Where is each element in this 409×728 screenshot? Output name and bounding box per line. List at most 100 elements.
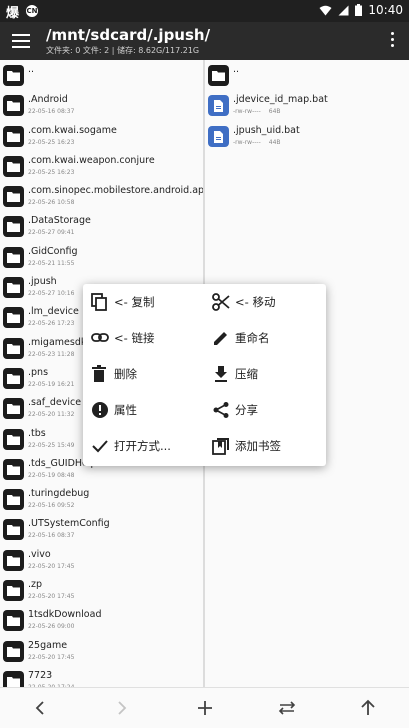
app-bar: /mnt/sdcard/.jpush/ 文件夹: 0 文件: 2 | 储存: 8… [0,22,409,60]
folder-icon [3,398,24,420]
swap-icon[interactable] [277,698,297,718]
item-name: .. [233,64,240,75]
menu-item-label: 重命名 [235,331,270,345]
list-item[interactable]: .com.kwai.weapon.conjure 22-05-25 16:23 [0,151,203,181]
list-item[interactable]: .zp 22-05-20 17:45 [0,575,203,605]
list-item[interactable]: .DataStorage 22-05-27 09:41 [0,211,203,241]
folder-icon [3,155,24,177]
item-size: 44B [268,138,281,146]
list-item[interactable]: .vivo 22-05-20 17:45 [0,545,203,575]
item-name: .Android [28,94,68,106]
item-date: 22-05-26 17:23 [28,320,75,328]
item-date: 22-05-19 08:48 [28,471,75,479]
list-item[interactable]: .com.kwai.sogame 22-05-25 16:23 [0,121,203,151]
bookmark-icon [212,438,229,455]
cut-icon [212,293,230,311]
item-name: 25game [28,639,68,651]
cn-badge-icon: CN [26,5,38,17]
item-date: 22-05-20 17:45 [28,562,75,570]
add-icon[interactable] [195,698,215,718]
item-name: .turingdebug [28,488,90,500]
item-permissions: -rw-rw---- [233,108,261,116]
list-item[interactable]: .turingdebug 22-05-16 09:52 [0,484,203,514]
folder-icon [3,246,24,268]
menu-item-compress[interactable]: 压缩 [204,356,324,392]
item-name: 1tsdkDownload [28,609,102,621]
folder-icon [3,610,24,632]
copy-icon [91,293,107,311]
right-file-list: .. .jdevice_id_map.bat -rw-rw---- 64B .jpush… [205,60,409,151]
list-item[interactable]: .Android 22-05-16 08:37 [0,90,203,120]
item-date: 22-05-20 17:45 [28,653,75,661]
item-name: .com.kwai.sogame [28,124,117,136]
item-date: 22-05-27 09:41 [28,229,75,237]
list-item[interactable]: .jpush_uid.bat -rw-rw---- 44B [205,121,409,151]
folder-icon [3,216,24,238]
menu-item-share[interactable]: 分享 [204,392,324,428]
status-bar: 爆 CN 10:40 [0,0,409,22]
item-permissions: -rw-rw---- [233,138,261,146]
forward-arrow-icon[interactable] [112,698,132,718]
folder-icon [3,458,24,480]
list-item[interactable]: .com.sinopec.mobilestore.android.app 22-0… [0,181,203,211]
menu-icon[interactable] [12,31,30,51]
edit-icon [214,332,227,345]
item-name: .UTSystemConfig [28,518,110,530]
item-date: 22-05-16 09:52 [28,502,75,510]
item-name: .lm_device [28,306,79,318]
menu-item-label: 添加书签 [235,439,281,453]
item-name: .jdevice_id_map.bat [233,94,328,106]
folder-icon [3,549,24,571]
item-date: 22-05-21 11:55 [28,259,75,267]
menu-item-link[interactable]: <- 链接 [83,320,203,356]
list-item[interactable]: 1tsdkDownload 22-05-26 09:00 [0,605,203,635]
item-date: 22-05-16 08:37 [28,532,75,540]
folder-icon [3,337,24,359]
item-date: 22-05-19 16:21 [28,380,75,388]
menu-item-delete[interactable]: 删除 [83,356,203,392]
item-name: .com.sinopec.mobilestore.android.app [28,185,203,197]
menu-item-copy[interactable]: <- 复制 [83,284,203,320]
link-icon [91,333,109,342]
folder-icon [3,186,24,208]
list-item[interactable]: .. [205,60,409,90]
folder-icon [3,95,24,117]
clock: 10:40 [368,3,403,17]
item-name: .zp [28,579,43,591]
menu-item-add-bookmark[interactable]: 添加书签 [204,428,324,464]
item-date: 22-05-26 10:58 [28,199,75,207]
item-name: .saf_device [28,397,82,409]
list-item[interactable]: .GidConfig 22-05-21 11:55 [0,242,203,272]
menu-item-label: 压缩 [235,367,258,381]
file-icon [208,95,229,117]
item-name: .DataStorage [28,215,91,227]
item-date: 22-05-25 15:49 [28,441,75,449]
delete-icon [92,365,106,382]
download-icon [215,366,227,382]
item-meta: -rw-rw---- 44B [233,139,281,146]
list-item[interactable]: .jdevice_id_map.bat -rw-rw---- 64B [205,90,409,120]
list-item[interactable]: .UTSystemConfig 22-05-16 08:37 [0,514,203,544]
more-vert-icon[interactable] [391,32,395,50]
item-date: 22-05-25 16:23 [28,168,75,176]
signal-icon [338,5,349,15]
list-item[interactable]: 25game 22-05-20 17:45 [0,636,203,666]
list-item[interactable]: .. [0,60,203,90]
item-date: 22-05-20 17:45 [28,593,75,601]
menu-item-rename[interactable]: 重命名 [204,320,324,356]
item-name: .migamesdk [28,336,87,348]
menu-item-label: 删除 [114,367,137,381]
folder-icon [3,428,24,450]
folder-icon [3,580,24,602]
folder-icon [208,65,229,86]
up-arrow-icon[interactable] [358,698,378,718]
menu-item-label: <- 链接 [114,331,155,345]
back-arrow-icon[interactable] [30,698,50,718]
menu-item-move[interactable]: <- 移动 [204,284,324,320]
item-name: .pns [28,366,49,378]
menu-item-properties[interactable]: 属性 [83,392,203,428]
menu-item-open-with[interactable]: 打开方式... [83,428,203,464]
item-date: 22-05-20 11:32 [28,411,75,419]
list-item[interactable]: 772322-05-20 17:24 [0,666,203,687]
folder-icon [3,519,24,541]
